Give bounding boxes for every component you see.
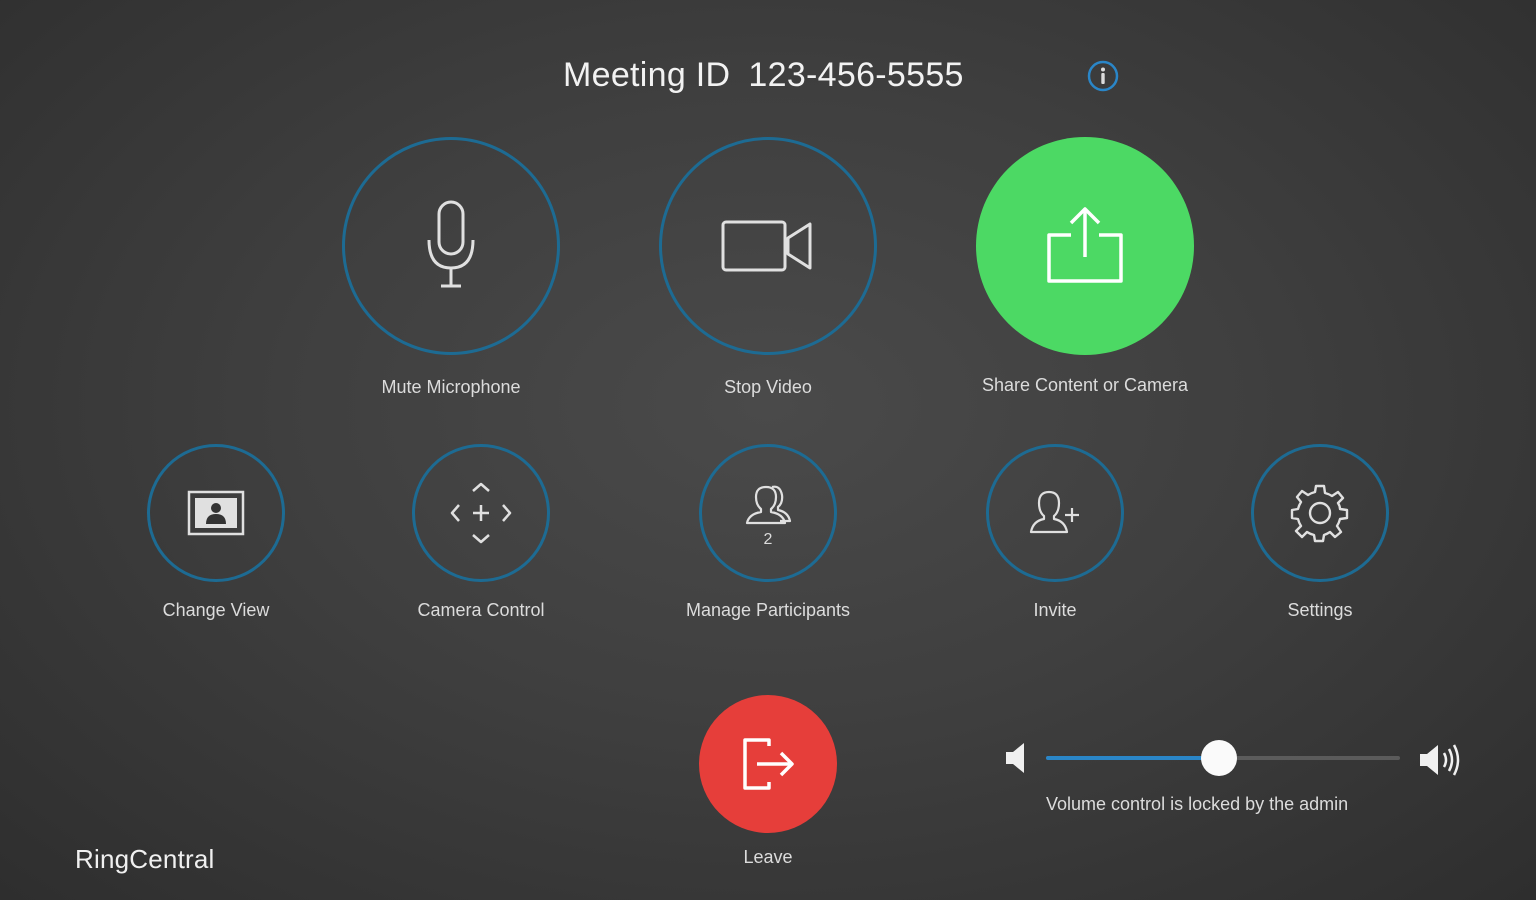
change-view-label: Change View bbox=[162, 600, 270, 620]
manage-participants-label: Manage Participants bbox=[685, 600, 851, 620]
participant-count: 2 bbox=[763, 531, 773, 548]
volume-slider-fill bbox=[1046, 756, 1220, 760]
manage-participants-control: 2 Manage Participants bbox=[668, 444, 868, 621]
volume-low-icon bbox=[1002, 740, 1030, 776]
camera-control-label: Camera Control bbox=[417, 600, 545, 620]
participants-icon bbox=[745, 485, 792, 525]
change-view-button[interactable] bbox=[147, 444, 285, 582]
mute-microphone-control: Mute Microphone bbox=[341, 137, 561, 398]
meeting-header: Meeting ID 123-456-5555 bbox=[0, 52, 1536, 102]
share-content-control: Share Content or Camera bbox=[975, 137, 1195, 396]
leave-button[interactable] bbox=[699, 695, 837, 833]
camera-control-control: Camera Control bbox=[381, 444, 581, 621]
share-icon bbox=[1047, 207, 1123, 283]
volume-control: Volume control is locked by the admin bbox=[1002, 736, 1464, 826]
settings-control: Settings bbox=[1220, 444, 1420, 621]
share-content-label: Share Content or Camera bbox=[981, 375, 1189, 395]
volume-slider-track[interactable] bbox=[1046, 740, 1400, 776]
video-camera-icon bbox=[721, 220, 812, 272]
microphone-icon bbox=[427, 200, 475, 288]
gear-icon bbox=[1290, 484, 1349, 543]
meeting-id-value: 123-456-5555 bbox=[748, 56, 964, 94]
add-user-icon bbox=[1029, 490, 1079, 534]
settings-label: Settings bbox=[1287, 600, 1353, 620]
meeting-id: Meeting ID 123-456-5555 bbox=[563, 56, 964, 95]
stop-video-label: Stop Video bbox=[724, 377, 812, 397]
stop-video-control: Stop Video bbox=[658, 137, 878, 398]
invite-control: Invite bbox=[955, 444, 1155, 621]
volume-locked-note: Volume control is locked by the admin bbox=[1046, 794, 1349, 814]
leave-label: Leave bbox=[743, 847, 793, 867]
mute-microphone-button[interactable] bbox=[342, 137, 560, 355]
change-view-icon bbox=[187, 490, 245, 536]
camera-control-icon bbox=[450, 482, 512, 544]
brand-logo: RingCentral bbox=[75, 844, 215, 874]
invite-label: Invite bbox=[1033, 600, 1077, 620]
volume-slider-thumb[interactable] bbox=[1201, 740, 1238, 776]
volume-high-icon bbox=[1416, 740, 1464, 780]
settings-button[interactable] bbox=[1251, 444, 1389, 582]
mute-microphone-label: Mute Microphone bbox=[381, 377, 521, 397]
leave-icon bbox=[743, 738, 794, 790]
camera-control-button[interactable] bbox=[412, 444, 550, 582]
invite-button[interactable] bbox=[986, 444, 1124, 582]
manage-participants-button[interactable]: 2 bbox=[699, 444, 837, 582]
stop-video-button[interactable] bbox=[659, 137, 877, 355]
leave-control: Leave bbox=[668, 695, 868, 868]
info-icon[interactable] bbox=[1087, 60, 1119, 92]
meeting-id-label: Meeting ID bbox=[563, 56, 731, 94]
share-content-button[interactable] bbox=[976, 137, 1194, 355]
change-view-control: Change View bbox=[116, 444, 316, 621]
